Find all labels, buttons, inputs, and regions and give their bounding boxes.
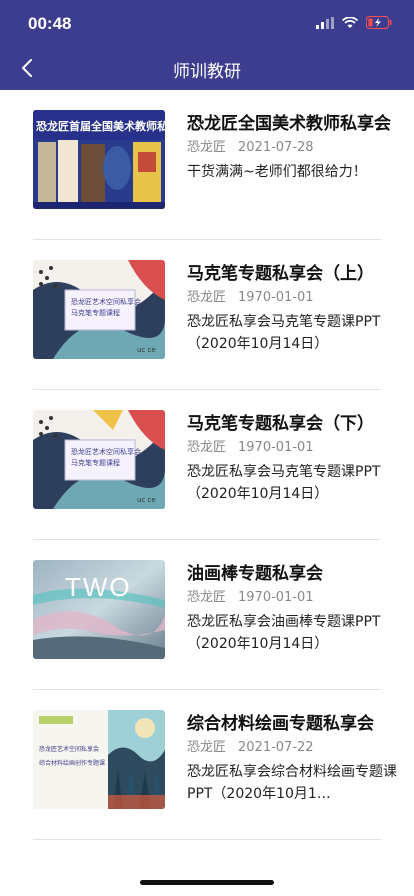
item-title: 综合材料绘画专题私享会 [187, 714, 374, 734]
item-title: 油画棒专题私享会 [187, 564, 323, 584]
item-date: 1970-01-01 [238, 440, 314, 455]
item-author: 恐龙匠 [187, 290, 227, 305]
battery-icon [366, 16, 392, 29]
header: 00:48 师训教研 [0, 0, 414, 90]
item-meta: 恐龙匠 2021-07-28 [187, 139, 397, 157]
item-info: 恐龙匠全国美术教师私享会 恐龙匠 2021-07-28 干货满满~老师们都很给力！ [187, 112, 397, 183]
item-date: 2021-07-28 [238, 140, 314, 155]
thumbnail-subcaption: 马克笔专题课程 [71, 309, 120, 317]
page-title: 师训教研 [173, 62, 241, 82]
signal-icon [316, 16, 334, 29]
thumbnail-subcaption: 马克笔专题课程 [71, 459, 120, 467]
item-desc: 恐龙匠私享会综合材料绘画专题课PPT（2020年10月1… [187, 764, 397, 802]
item-author: 恐龙匠 [187, 590, 227, 605]
thumbnail: 恐龙匠艺术空间私享会 综合材料绘画创作专题课 [33, 710, 165, 809]
list-item[interactable]: 恐龙匠艺术空间私享会 综合材料绘画创作专题课 综合材料绘画专题私享会 恐龙匠 20… [0, 690, 414, 840]
course-list: 恐龙匠首届全国美术教师私享会 恐龙匠全国美术教师私享会 恐龙匠 2021-07-2… [0, 90, 414, 840]
item-author: 恐龙匠 [187, 140, 227, 155]
item-date: 1970-01-01 [238, 590, 314, 605]
list-item[interactable]: TWO 油画棒专题私享会 恐龙匠 1970-01-01 恐龙匠私享会油画棒专题课P… [0, 540, 414, 690]
item-meta: 恐龙匠 2021-07-22 [187, 739, 397, 757]
thumbnail: 恐龙匠首届全国美术教师私享会 [33, 110, 165, 209]
item-desc: 干货满满~老师们都很给力！ [187, 164, 367, 180]
wifi-icon [342, 16, 358, 28]
list-item[interactable]: 恐龙匠首届全国美术教师私享会 恐龙匠全国美术教师私享会 恐龙匠 2021-07-2… [0, 90, 414, 240]
thumbnail-caption: TWO [65, 572, 132, 602]
item-info: 马克笔专题私享会（上） 恐龙匠 1970-01-01 恐龙匠私享会马克笔专题课PP… [187, 262, 397, 355]
list-item[interactable]: 恐龙匠艺术空间私享会 马克笔专题课程 uc ce 马克笔专题私享会（下） 恐龙匠… [0, 390, 414, 540]
thumbnail-signature: uc ce [137, 346, 156, 354]
item-date: 2021-07-22 [238, 740, 314, 755]
thumbnail-caption: 恐龙匠艺术空间私享会 [71, 448, 141, 456]
item-desc: 恐龙匠私享会马克笔专题课PPT（2020年10月14日） [187, 464, 381, 502]
nav-bar: 师训教研 [0, 46, 414, 90]
thumbnail: TWO [33, 560, 165, 659]
thumbnail-signature: uc ce [137, 496, 156, 504]
item-meta: 恐龙匠 1970-01-01 [187, 439, 397, 457]
item-author: 恐龙匠 [187, 740, 227, 755]
thumbnail-caption: 恐龙匠艺术空间私享会 [71, 298, 141, 306]
thumbnail: 恐龙匠艺术空间私享会 马克笔专题课程 uc ce [33, 260, 165, 359]
item-meta: 恐龙匠 1970-01-01 [187, 589, 397, 607]
item-info: 马克笔专题私享会（下） 恐龙匠 1970-01-01 恐龙匠私享会马克笔专题课PP… [187, 412, 397, 505]
home-indicator[interactable] [140, 880, 274, 885]
item-title: 马克笔专题私享会（上） [187, 264, 374, 284]
thumbnail-caption: 恐龙匠首届全国美术教师私享会 [36, 120, 165, 133]
status-bar: 00:48 [0, 0, 414, 46]
item-meta: 恐龙匠 1970-01-01 [187, 289, 397, 307]
item-info: 油画棒专题私享会 恐龙匠 1970-01-01 恐龙匠私享会油画棒专题课PPT（2… [187, 562, 397, 655]
thumbnail-caption: 恐龙匠艺术空间私享会 [39, 746, 100, 753]
thumbnail-subcaption: 综合材料绘画创作专题课 [39, 760, 106, 767]
item-desc: 恐龙匠私享会油画棒专题课PPT（2020年10月14日） [187, 614, 381, 652]
thumbnail: 恐龙匠艺术空间私享会 马克笔专题课程 uc ce [33, 410, 165, 509]
item-title: 马克笔专题私享会（下） [187, 414, 374, 434]
status-time: 00:48 [28, 14, 72, 33]
item-info: 综合材料绘画专题私享会 恐龙匠 2021-07-22 恐龙匠私享会综合材料绘画专题… [187, 712, 397, 805]
item-title: 恐龙匠全国美术教师私享会 [187, 114, 391, 134]
list-item[interactable]: 恐龙匠艺术空间私享会 马克笔专题课程 uc ce 马克笔专题私享会（上） 恐龙匠… [0, 240, 414, 390]
item-date: 1970-01-01 [238, 290, 314, 305]
item-desc: 恐龙匠私享会马克笔专题课PPT（2020年10月14日） [187, 314, 381, 352]
item-author: 恐龙匠 [187, 440, 227, 455]
system-icons [316, 16, 392, 29]
